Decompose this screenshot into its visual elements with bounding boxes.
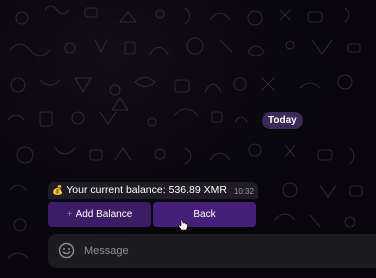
date-divider: Today bbox=[262, 112, 303, 129]
back-label: Back bbox=[193, 209, 216, 220]
inline-keyboard: + Add Balance Back bbox=[48, 202, 258, 227]
add-balance-label: Add Balance bbox=[75, 209, 133, 220]
add-balance-button[interactable]: + Add Balance bbox=[48, 202, 151, 227]
compose-bar bbox=[48, 234, 376, 268]
plus-icon: + bbox=[66, 209, 73, 220]
back-button[interactable]: Back bbox=[153, 202, 256, 227]
message-text: Your current balance: 536.89 XMR bbox=[66, 184, 227, 196]
message-input[interactable] bbox=[84, 234, 364, 268]
smiley-icon[interactable] bbox=[58, 242, 75, 259]
hand-cursor-icon bbox=[178, 219, 188, 231]
money-bag-icon: 💰 bbox=[52, 185, 64, 195]
bot-message: 💰 Your current balance: 536.89 XMR 10:32 bbox=[48, 182, 258, 199]
message-time: 10:32 bbox=[233, 187, 254, 196]
chat-area: Today 💰 Your current balance: 536.89 XMR … bbox=[0, 0, 376, 278]
